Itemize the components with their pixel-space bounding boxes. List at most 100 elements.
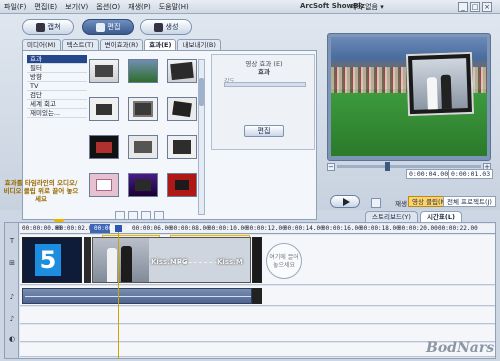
preview-screen	[331, 37, 487, 156]
effect-thumbnail[interactable]	[167, 173, 197, 197]
effect-thumbnail[interactable]	[167, 97, 197, 121]
category-item[interactable]: TV	[27, 82, 87, 91]
project-mode-button[interactable]: 전체 프로젝트(J)	[443, 196, 496, 207]
tick-label: 00:00:06.00	[132, 225, 172, 232]
waveform	[25, 296, 251, 297]
preview-window	[327, 33, 491, 161]
audio-track-icon[interactable]: ♪	[8, 293, 16, 301]
playhead-handle[interactable]	[115, 225, 122, 232]
effect-edit-button[interactable]: 편집	[244, 125, 284, 137]
music-track-icon[interactable]: ♪	[8, 315, 16, 323]
tick-label: 00:00:08.00	[170, 225, 210, 232]
tab-timeline[interactable]: 시간표(L)	[419, 211, 462, 222]
category-item[interactable]: 효과	[27, 55, 87, 64]
effect-thumbnail[interactable]	[128, 135, 158, 159]
tab-media[interactable]: 미디어(M)	[22, 39, 61, 50]
effect-thumbnail[interactable]	[128, 59, 158, 83]
close-button[interactable]: ×	[482, 2, 492, 12]
seek-track[interactable]	[337, 162, 481, 171]
library-scrollbar[interactable]	[198, 59, 205, 215]
menu-options[interactable]: 옵션(O)	[92, 2, 124, 12]
groom-figure	[121, 246, 132, 282]
transition-block[interactable]	[84, 237, 91, 283]
menu-help[interactable]: 도움말(H)	[155, 2, 193, 12]
paste-icon[interactable]	[141, 211, 151, 220]
edit-label: 편집	[107, 23, 121, 31]
playhead-line[interactable]	[118, 232, 119, 358]
category-item[interactable]: 세계 회고	[27, 100, 87, 109]
tick-label: 00:00:20.00	[398, 225, 438, 232]
settings-subtitle: 효과	[258, 68, 270, 76]
capture-mode-button[interactable]: 캡쳐	[22, 19, 74, 35]
effect-thumbnail[interactable]	[89, 173, 119, 197]
category-item[interactable]: 방향	[27, 73, 87, 82]
menu-file[interactable]: 파일(F)	[0, 2, 30, 12]
tab-transitions[interactable]: 변이효과(R)	[99, 39, 144, 50]
video-track-icon[interactable]: ⊞	[8, 259, 16, 267]
video-track: 5 Kiss.MPG Kiss.M 여기에 끌어 놓으세요	[20, 235, 495, 285]
music-track[interactable]	[20, 307, 495, 324]
effect-thumbnail[interactable]	[128, 97, 158, 121]
create-mode-button[interactable]: 생성	[140, 19, 192, 35]
intensity-slider[interactable]	[224, 82, 306, 87]
timeline-toolbar	[115, 211, 179, 221]
seek-thumb[interactable]	[385, 162, 390, 171]
clip-name: Kiss.M	[217, 258, 243, 266]
copy-icon[interactable]	[128, 211, 138, 220]
audio-track	[20, 286, 495, 306]
extra-track[interactable]	[20, 343, 495, 357]
tab-text[interactable]: 텍스트(T)	[61, 39, 99, 50]
audio-clip-end[interactable]	[252, 288, 262, 304]
play-button[interactable]	[330, 195, 360, 208]
narration-track-icon[interactable]: ◐	[8, 335, 16, 343]
play-label: 재생	[395, 200, 407, 208]
effects-library: 효과 필터 방향 TV 검단 세계 회고 재미있는... 효과를 타임라인의 오…	[4, 50, 317, 228]
video-clip-end[interactable]	[252, 237, 262, 283]
track-controls: T ⊞ ♪ ♪ ◐	[5, 223, 19, 358]
channel-five-logo: 5	[35, 244, 61, 276]
project-title[interactable]: 제목 없음 ▾	[350, 2, 384, 12]
maximize-button[interactable]: □	[470, 2, 480, 12]
time-ruler[interactable]: 00:00:00.00 00:00:02.00 00:00:04.00 00:0…	[20, 224, 495, 234]
minimize-button[interactable]: _	[458, 2, 468, 12]
effect-thumbnail[interactable]	[167, 59, 197, 83]
delete-icon[interactable]	[154, 211, 164, 220]
library-tabs: 미디어(M) 텍스트(T) 변이효과(R) 효과(E) 내보내기(B)	[22, 39, 221, 50]
effect-thumbnail[interactable]	[89, 97, 119, 121]
category-item[interactable]: 필터	[27, 64, 87, 73]
undo-icon[interactable]	[115, 211, 125, 220]
audio-clip[interactable]	[22, 288, 252, 304]
video-clip-kiss[interactable]: Kiss.MPG Kiss.M	[92, 237, 251, 283]
effect-thumbnail[interactable]	[89, 59, 119, 83]
category-item[interactable]: 검단	[27, 91, 87, 100]
text-track-icon[interactable]: T	[8, 237, 16, 245]
tick-label: 00:00:18.00	[360, 225, 400, 232]
effect-thumbnail[interactable]	[128, 173, 158, 197]
inset-image	[412, 58, 468, 110]
step-icon[interactable]	[371, 198, 381, 208]
category-item[interactable]: 재미있는...	[27, 109, 87, 118]
video-clip[interactable]: 5	[22, 237, 82, 283]
time-start-field[interactable]: 0:00:04.00	[406, 169, 452, 179]
effect-thumbnail[interactable]	[89, 135, 119, 159]
time-end-field[interactable]: 0:00:01.03	[448, 169, 494, 179]
groom-figure	[440, 74, 452, 109]
camera-icon	[35, 22, 45, 32]
zoom-out-button[interactable]: −	[327, 163, 335, 171]
edit-mode-button[interactable]: 편집	[82, 19, 134, 35]
menu-edit[interactable]: 편집(E)	[30, 2, 61, 12]
tab-export[interactable]: 내보내기(B)	[177, 39, 221, 50]
drop-zone[interactable]: 여기에 끌어 놓으세요	[266, 243, 302, 279]
menu-bar: 파일(F) 편집(E) 보기(V) 옵션(O) 재생(P) 도움말(H)	[0, 0, 500, 14]
timeline-panel: T ⊞ ♪ ♪ ◐ 00:00:00.00 00:00:02.00 00:00:…	[4, 222, 496, 359]
tab-effects[interactable]: 효과(E)	[144, 39, 177, 50]
scrollbar-thumb[interactable]	[199, 78, 204, 106]
menu-view[interactable]: 보기(V)	[61, 2, 92, 12]
scissors-icon	[95, 22, 105, 32]
effect-thumbnails	[89, 59, 201, 197]
tab-storyboard[interactable]: 스토리보드(Y)	[365, 211, 418, 222]
narration-track[interactable]	[20, 325, 495, 342]
menu-play[interactable]: 재생(P)	[124, 2, 155, 12]
watermark: BodNars	[426, 340, 495, 356]
effect-thumbnail[interactable]	[167, 135, 197, 159]
